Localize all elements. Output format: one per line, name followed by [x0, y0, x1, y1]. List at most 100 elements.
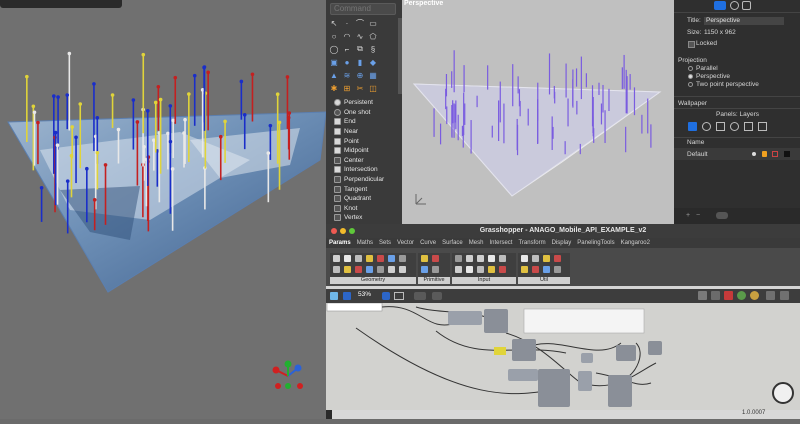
lock-icon[interactable]	[772, 151, 778, 157]
component-icon[interactable]	[466, 266, 473, 273]
color-preview-icon[interactable]	[737, 291, 746, 300]
zoom-fit-icon[interactable]	[382, 292, 390, 300]
component-icon[interactable]	[499, 266, 506, 273]
osnap-perpendicular[interactable]: Perpendicular	[334, 175, 396, 185]
radio-button[interactable]	[688, 65, 693, 71]
radio-button[interactable]	[688, 81, 693, 87]
title-field[interactable]: Perspective	[704, 17, 784, 25]
layers-icon[interactable]	[688, 122, 697, 131]
locked-checkbox[interactable]	[688, 41, 695, 48]
component-icon[interactable]	[377, 266, 384, 273]
offset-icon[interactable]: ⧉	[355, 44, 365, 54]
tab-params[interactable]: Params	[328, 240, 352, 246]
save-icon[interactable]	[343, 292, 351, 300]
sketch-icon[interactable]	[432, 292, 442, 300]
help-icon[interactable]	[730, 122, 739, 131]
split-icon[interactable]: ◫	[368, 83, 378, 93]
component-icon[interactable]	[344, 266, 351, 273]
zoom-level[interactable]: 53%	[358, 291, 371, 298]
checkbox[interactable]	[334, 166, 341, 174]
tab-intersect[interactable]: Intersect	[488, 240, 513, 246]
component-icon[interactable]	[344, 255, 351, 262]
ribbon-group-label[interactable]: Geometry	[330, 277, 416, 284]
mesh-icon[interactable]: ▦	[368, 70, 378, 80]
zoom-button[interactable]	[349, 228, 355, 234]
trim-icon[interactable]: ✂	[355, 83, 365, 93]
join-icon[interactable]: ⊞	[342, 83, 352, 93]
circle-icon[interactable]: ○	[329, 31, 339, 41]
component-icon[interactable]	[477, 255, 484, 262]
open-icon[interactable]	[330, 292, 338, 300]
ribbon-group-label[interactable]: Primitive	[418, 277, 450, 284]
component-icon[interactable]	[543, 255, 550, 262]
boolean-icon[interactable]: ⊕	[355, 70, 365, 80]
grasshopper-canvas[interactable]	[326, 302, 800, 410]
remove-layer-icon[interactable]: −	[696, 212, 700, 219]
osnap-knot[interactable]: Knot	[334, 204, 396, 214]
component-icon[interactable]	[477, 266, 484, 273]
render-icon[interactable]	[758, 122, 767, 131]
wire-display-icon[interactable]	[698, 291, 707, 300]
zoom-box-icon[interactable]	[394, 292, 404, 300]
tab-panelingtools[interactable]: PanelingTools	[576, 240, 615, 246]
minimize-button[interactable]	[340, 228, 346, 234]
projection-option-perspective[interactable]: Perspective	[688, 73, 788, 81]
rectangle-icon[interactable]: ▭	[368, 18, 378, 28]
viewport-properties-icon[interactable]	[714, 1, 726, 10]
cube-icon[interactable]	[716, 122, 725, 131]
polygon-icon[interactable]: ⬠	[368, 31, 378, 41]
tab-maths[interactable]: Maths	[356, 240, 374, 246]
layer-options-icon[interactable]	[716, 212, 728, 219]
radio-button[interactable]	[334, 99, 341, 107]
layer-color-swatch[interactable]	[784, 151, 790, 157]
box-icon[interactable]: ▣	[329, 57, 339, 67]
osnap-intersection[interactable]: Intersection	[334, 165, 396, 175]
sun-icon[interactable]	[702, 122, 711, 131]
navigation-gizmo[interactable]	[268, 356, 308, 396]
bulb-icon[interactable]	[762, 151, 767, 157]
polyline-icon[interactable]: ⌒	[355, 18, 365, 28]
component-icon[interactable]	[377, 255, 384, 262]
component-icon[interactable]	[333, 266, 340, 273]
ellipse-icon[interactable]: ◯	[329, 44, 339, 54]
fillet-icon[interactable]: ⌐	[342, 44, 352, 54]
component-icon[interactable]	[355, 266, 362, 273]
tab-curve[interactable]: Curve	[419, 240, 437, 246]
checkbox[interactable]	[334, 156, 341, 164]
osnap-tangent[interactable]: Tangent	[334, 184, 396, 194]
component-icon[interactable]	[432, 255, 439, 262]
current-layer-icon[interactable]	[752, 152, 756, 156]
component-icon[interactable]	[499, 255, 506, 262]
component-icon[interactable]	[466, 255, 473, 262]
texture-icon[interactable]	[742, 1, 751, 10]
component-icon[interactable]	[366, 255, 373, 262]
component-icon[interactable]	[532, 255, 539, 262]
checkbox[interactable]	[334, 137, 341, 145]
preview-icon[interactable]	[414, 292, 426, 300]
point-icon[interactable]: ·	[342, 18, 352, 28]
osnap-vertex[interactable]: Vertex	[334, 213, 396, 223]
display-icon[interactable]	[730, 1, 739, 10]
osnap-one-shot[interactable]: One shot	[334, 108, 396, 118]
checkbox[interactable]	[334, 176, 341, 184]
canvas-navigator-icon[interactable]	[772, 382, 794, 404]
sphere-icon[interactable]: ●	[342, 57, 352, 67]
surface-icon[interactable]: ◆	[368, 57, 378, 67]
explode-icon[interactable]: ✱	[329, 83, 339, 93]
component-icon[interactable]	[421, 255, 428, 262]
component-icon[interactable]	[333, 255, 340, 262]
component-icon[interactable]	[399, 255, 406, 262]
ribbon-group-label[interactable]: Util	[518, 277, 570, 284]
viewport-title[interactable]: Perspective	[404, 0, 443, 7]
tab-sets[interactable]: Sets	[378, 240, 392, 246]
checkbox[interactable]	[334, 147, 341, 155]
ribbon-group-label[interactable]: Input	[452, 277, 516, 284]
osnap-center[interactable]: Center	[334, 156, 396, 166]
component-icon[interactable]	[543, 266, 550, 273]
tab-vector[interactable]: Vector	[396, 240, 415, 246]
tab-kangaroo2[interactable]: Kangaroo2	[620, 240, 651, 246]
gradient-icon[interactable]	[780, 291, 789, 300]
close-button[interactable]	[331, 228, 337, 234]
loft-icon[interactable]: ≋	[342, 70, 352, 80]
grid-icon[interactable]	[766, 291, 775, 300]
